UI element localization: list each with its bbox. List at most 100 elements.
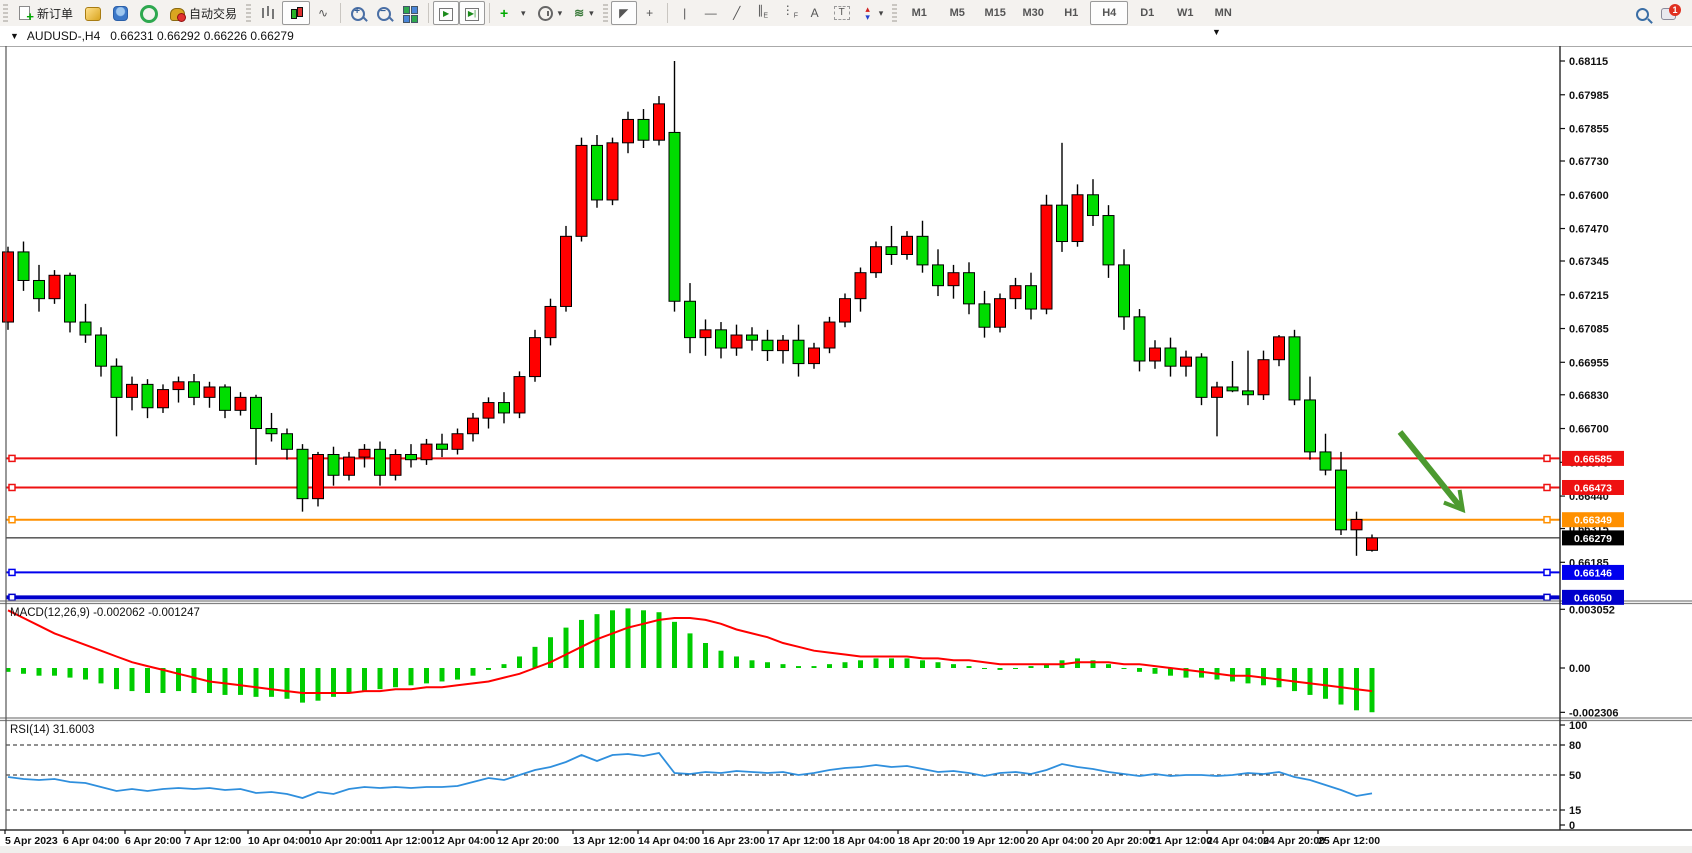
templates-button[interactable]: ≋▾: [568, 1, 600, 25]
vertical-line-button[interactable]: |: [672, 1, 698, 25]
channel-icon: ∥E: [756, 2, 770, 24]
toolbar-grip: [3, 4, 8, 22]
svg-text:25 Apr 12:00: 25 Apr 12:00: [1318, 835, 1380, 847]
vertical-line-icon: |: [678, 5, 692, 21]
toolbar-grip: [246, 4, 251, 22]
auto-scroll-button[interactable]: ▶: [433, 1, 459, 25]
signals-button[interactable]: [134, 1, 164, 25]
tab-timeframe-d1[interactable]: D1: [1128, 1, 1166, 25]
toolbar-grip: [603, 4, 608, 22]
svg-text:13 Apr 12:00: 13 Apr 12:00: [573, 835, 635, 847]
svg-text:0.66279: 0.66279: [1574, 533, 1612, 545]
tile-windows-icon: [403, 6, 418, 22]
notifications-button[interactable]: 1: [1655, 1, 1682, 25]
text-button[interactable]: A: [802, 1, 828, 25]
channel-button[interactable]: ∥E: [750, 1, 776, 25]
tab-timeframe-mn[interactable]: MN: [1204, 1, 1242, 25]
bar-chart-button[interactable]: [254, 1, 282, 25]
signals-icon: [140, 5, 158, 23]
svg-text:20 Apr 04:00: 20 Apr 04:00: [1027, 835, 1089, 847]
timeframe-group: M1M5M15M30H1H4D1W1MN: [900, 1, 1242, 25]
svg-text:15: 15: [1569, 805, 1581, 817]
crosshair-button[interactable]: +: [637, 1, 663, 25]
zoom-out-icon: −: [377, 7, 391, 21]
svg-text:6 Apr 20:00: 6 Apr 20:00: [125, 835, 181, 847]
price-chart[interactable]: 0.681150.679850.678550.677300.676000.674…: [0, 46, 1692, 853]
tab-timeframe-m15[interactable]: M15: [976, 1, 1014, 25]
zoom-in-icon: +: [351, 7, 365, 21]
periods-icon: [538, 6, 553, 21]
line-chart-button[interactable]: ∿: [310, 1, 336, 25]
autotrading-button[interactable]: 自动交易: [164, 1, 243, 25]
svg-text:0.66473: 0.66473: [1574, 482, 1612, 494]
svg-text:10 Apr 20:00: 10 Apr 20:00: [310, 835, 372, 847]
svg-text:7 Apr 12:00: 7 Apr 12:00: [185, 835, 241, 847]
auto-scroll-icon: ▶: [439, 8, 453, 21]
trendline-button[interactable]: ╱: [724, 1, 750, 25]
symbol-dropdown-icon[interactable]: ▼: [10, 31, 19, 41]
search-button[interactable]: [1630, 1, 1655, 25]
cursor-button[interactable]: ◤: [611, 1, 637, 25]
tab-timeframe-m1[interactable]: M1: [900, 1, 938, 25]
svg-text:18 Apr 04:00: 18 Apr 04:00: [833, 835, 895, 847]
svg-text:12 Apr 20:00: 12 Apr 20:00: [497, 835, 559, 847]
tab-timeframe-w1[interactable]: W1: [1166, 1, 1204, 25]
toolbar: 新订单 自动交易 ∿ + − ▶ ▶| +▾ ▾: [0, 0, 1692, 27]
zoom-out-button[interactable]: −: [371, 1, 397, 25]
svg-text:14 Apr 04:00: 14 Apr 04:00: [638, 835, 700, 847]
svg-text:50: 50: [1569, 770, 1581, 782]
market-watch-icon: [85, 7, 101, 21]
zoom-in-button[interactable]: +: [345, 1, 371, 25]
tab-timeframe-m5[interactable]: M5: [938, 1, 976, 25]
line-chart-icon: ∿: [316, 5, 330, 21]
indicators-icon: +: [500, 5, 508, 21]
svg-text:0.67730: 0.67730: [1569, 156, 1609, 168]
chart-ohlc-values: 0.66231 0.66292 0.66226 0.66279: [110, 29, 294, 43]
market-watch-button[interactable]: [79, 1, 107, 25]
tab-timeframe-h4[interactable]: H4: [1090, 1, 1128, 25]
svg-text:24 Apr 04:00: 24 Apr 04:00: [1207, 835, 1269, 847]
svg-text:21 Apr 12:00: 21 Apr 12:00: [1150, 835, 1212, 847]
mt4-window: 新订单 自动交易 ∿ + − ▶ ▶| +▾ ▾: [0, 0, 1692, 853]
svg-text:MACD(12,26,9) -0.002062 -0.001: MACD(12,26,9) -0.002062 -0.001247: [10, 607, 200, 619]
terminal-icon: [113, 6, 128, 21]
autotrading-icon: [170, 8, 185, 21]
chart-shift-button[interactable]: ▶|: [459, 1, 485, 25]
svg-text:0.66146: 0.66146: [1574, 567, 1612, 579]
search-icon: [1636, 8, 1649, 21]
svg-text:5 Apr 2023: 5 Apr 2023: [5, 835, 58, 847]
svg-text:0.66585: 0.66585: [1574, 453, 1612, 465]
text-label-button[interactable]: T: [828, 1, 856, 25]
svg-text:0.66349: 0.66349: [1574, 515, 1612, 527]
arrows-button[interactable]: ▴▾▾: [856, 1, 890, 25]
svg-text:RSI(14) 31.6003: RSI(14) 31.6003: [10, 724, 94, 736]
svg-text:0.66830: 0.66830: [1569, 390, 1609, 402]
new-order-button[interactable]: 新订单: [11, 1, 79, 25]
svg-text:0.67085: 0.67085: [1569, 324, 1609, 336]
periods-button[interactable]: ▾: [532, 1, 569, 25]
svg-text:6 Apr 04:00: 6 Apr 04:00: [63, 835, 119, 847]
terminal-button[interactable]: [107, 1, 134, 25]
notification-badge: 1: [1669, 4, 1681, 16]
horizontal-line-icon: —: [704, 5, 718, 21]
candlestick-button[interactable]: [282, 1, 310, 25]
fibonacci-icon: ⋮F: [782, 2, 796, 24]
scroll-marker-icon: ▼: [1212, 27, 1221, 37]
arrows-icon: ▴▾: [862, 5, 874, 21]
new-order-icon: [17, 5, 33, 21]
svg-text:18 Apr 20:00: 18 Apr 20:00: [898, 835, 960, 847]
svg-text:0.00: 0.00: [1569, 663, 1590, 675]
svg-text:0.67345: 0.67345: [1569, 256, 1609, 268]
svg-text:0.67470: 0.67470: [1569, 224, 1609, 236]
fibonacci-button[interactable]: ⋮F: [776, 1, 802, 25]
indicators-button[interactable]: +▾: [494, 1, 532, 25]
svg-text:0.67215: 0.67215: [1569, 290, 1609, 302]
horizontal-line-button[interactable]: —: [698, 1, 724, 25]
svg-text:-0.002306: -0.002306: [1569, 707, 1619, 719]
svg-text:0.003052: 0.003052: [1569, 604, 1615, 616]
tile-windows-button[interactable]: [397, 1, 424, 25]
cursor-icon: ◤: [617, 5, 631, 21]
svg-text:0: 0: [1569, 820, 1575, 832]
tab-timeframe-h1[interactable]: H1: [1052, 1, 1090, 25]
tab-timeframe-m30[interactable]: M30: [1014, 1, 1052, 25]
